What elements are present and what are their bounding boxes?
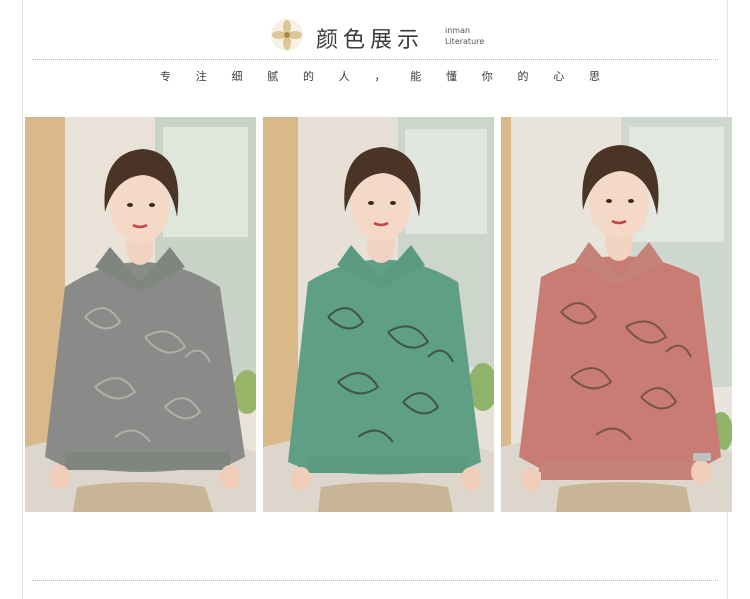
slogan-char: 专 bbox=[160, 70, 171, 83]
slogan-char: 心 bbox=[553, 70, 565, 83]
flower-icon bbox=[271, 19, 303, 51]
slogan-char: 的 bbox=[517, 70, 529, 83]
slogan-char: 懂 bbox=[446, 70, 457, 83]
subtitle-line2: Literature bbox=[445, 37, 485, 46]
slogan-char: 你 bbox=[481, 70, 493, 83]
section-subtitle: inman Literature bbox=[445, 25, 505, 47]
top-divider bbox=[32, 59, 718, 60]
slogan-char: 思 bbox=[589, 70, 600, 83]
slogan: 专 注 细 腻 的 人 ， 能 懂 你 的 心 思 bbox=[160, 68, 600, 84]
model-photo-pink-image bbox=[501, 117, 732, 512]
slogan-char: 腻 bbox=[267, 70, 279, 83]
bottom-divider bbox=[32, 580, 718, 581]
slogan-char: ， bbox=[374, 70, 386, 83]
model-photo-gray[interactable] bbox=[25, 117, 256, 512]
section-title: 颜色展示 bbox=[316, 28, 425, 53]
slogan-char: 人 bbox=[338, 70, 350, 83]
slogan-char: 细 bbox=[231, 70, 243, 83]
section-header: 颜色展示 inman Literature bbox=[0, 16, 750, 56]
slogan-char: 能 bbox=[410, 70, 422, 83]
left-frame-line bbox=[22, 0, 23, 599]
model-photo-green-image bbox=[263, 117, 494, 512]
slogan-char: 注 bbox=[195, 70, 207, 83]
model-photo-pink[interactable] bbox=[501, 117, 732, 512]
model-photo-gray-image bbox=[25, 117, 256, 512]
slogan-char: 的 bbox=[303, 70, 314, 83]
product-photo-gallery bbox=[25, 117, 732, 514]
model-photo-green[interactable] bbox=[263, 117, 494, 512]
subtitle-line1: inman bbox=[445, 26, 471, 35]
